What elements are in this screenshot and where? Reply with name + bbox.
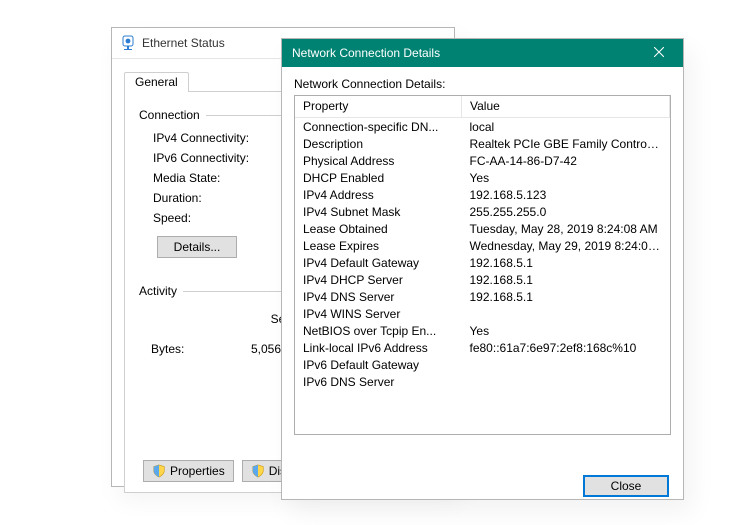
details-titlebar[interactable]: Network Connection Details [282, 39, 683, 67]
properties-button-label: Properties [170, 464, 225, 478]
col-property[interactable]: Property [295, 96, 462, 118]
value-cell: Wednesday, May 29, 2019 8:24:08 AM [462, 237, 670, 254]
value-cell: 192.168.5.1 [462, 254, 670, 271]
property-cell: Description [295, 135, 462, 152]
value-cell [462, 305, 670, 322]
property-cell: IPv4 Subnet Mask [295, 203, 462, 220]
value-cell: fe80::61a7:6e97:2ef8:168c%10 [462, 339, 670, 356]
shield-icon [251, 464, 265, 478]
value-cell: Yes [462, 169, 670, 186]
value-cell: 192.168.5.1 [462, 288, 670, 305]
property-cell: IPv4 WINS Server [295, 305, 462, 322]
tab-general[interactable]: General [124, 72, 189, 92]
value-cell: FC-AA-14-86-D7-42 [462, 152, 670, 169]
value-cell: Yes [462, 322, 670, 339]
table-row[interactable]: Physical AddressFC-AA-14-86-D7-42 [295, 152, 670, 169]
table-row[interactable]: IPv4 DNS Server192.168.5.1 [295, 288, 670, 305]
details-table: Property Value Connection-specific DN...… [294, 95, 671, 435]
value-cell: 255.255.255.0 [462, 203, 670, 220]
details-button[interactable]: Details... [157, 236, 237, 258]
ethernet-icon [120, 34, 142, 53]
value-cell [462, 356, 670, 373]
property-cell: IPv4 Default Gateway [295, 254, 462, 271]
property-cell: IPv6 Default Gateway [295, 356, 462, 373]
property-cell: Lease Expires [295, 237, 462, 254]
value-cell: 192.168.5.123 [462, 186, 670, 203]
status-title: Ethernet Status [142, 36, 225, 50]
value-cell: local [462, 118, 670, 136]
table-row[interactable]: IPv4 Subnet Mask255.255.255.0 [295, 203, 670, 220]
property-cell: Physical Address [295, 152, 462, 169]
table-row[interactable]: Lease ExpiresWednesday, May 29, 2019 8:2… [295, 237, 670, 254]
details-title: Network Connection Details [292, 46, 440, 60]
col-value[interactable]: Value [462, 96, 670, 118]
shield-icon [152, 464, 166, 478]
network-details-window: Network Connection Details Network Conne… [281, 38, 684, 500]
property-cell: DHCP Enabled [295, 169, 462, 186]
details-label: Network Connection Details: [294, 77, 671, 95]
properties-button[interactable]: Properties [143, 460, 234, 482]
property-cell: IPv4 DNS Server [295, 288, 462, 305]
close-button[interactable]: Close [583, 475, 669, 497]
group-activity-label: Activity [137, 284, 183, 298]
group-connection-label: Connection [137, 108, 206, 122]
table-row[interactable]: Connection-specific DN...local [295, 118, 670, 136]
close-icon [654, 46, 664, 60]
table-row[interactable]: Lease ObtainedTuesday, May 28, 2019 8:24… [295, 220, 670, 237]
property-cell: Lease Obtained [295, 220, 462, 237]
table-row[interactable]: IPv6 DNS Server [295, 373, 670, 390]
property-cell: Link-local IPv6 Address [295, 339, 462, 356]
value-cell [462, 373, 670, 390]
table-row[interactable]: IPv4 DHCP Server192.168.5.1 [295, 271, 670, 288]
value-cell: 192.168.5.1 [462, 271, 670, 288]
table-row[interactable]: DescriptionRealtek PCIe GBE Family Contr… [295, 135, 670, 152]
table-row[interactable]: NetBIOS over Tcpip En...Yes [295, 322, 670, 339]
table-row[interactable]: IPv4 WINS Server [295, 305, 670, 322]
property-cell: Connection-specific DN... [295, 118, 462, 136]
table-row[interactable]: IPv6 Default Gateway [295, 356, 670, 373]
property-cell: NetBIOS over Tcpip En... [295, 322, 462, 339]
table-row[interactable]: DHCP EnabledYes [295, 169, 670, 186]
property-cell: IPv6 DNS Server [295, 373, 462, 390]
table-row[interactable]: IPv4 Default Gateway192.168.5.1 [295, 254, 670, 271]
bytes-label: Bytes: [151, 342, 251, 356]
table-row[interactable]: Link-local IPv6 Addressfe80::61a7:6e97:2… [295, 339, 670, 356]
titlebar-close-button[interactable] [639, 41, 679, 65]
table-row[interactable]: IPv4 Address192.168.5.123 [295, 186, 670, 203]
value-cell: Tuesday, May 28, 2019 8:24:08 AM [462, 220, 670, 237]
property-cell: IPv4 DHCP Server [295, 271, 462, 288]
property-cell: IPv4 Address [295, 186, 462, 203]
value-cell: Realtek PCIe GBE Family Controller [462, 135, 670, 152]
